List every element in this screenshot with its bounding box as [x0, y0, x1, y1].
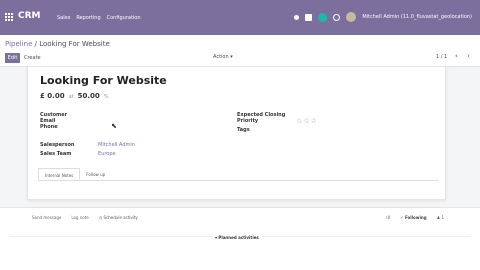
menu-sales[interactable]: Sales: [57, 15, 70, 21]
following-label: Following: [404, 215, 427, 220]
expected-revenue: £ 0.00 at 50.00 %: [40, 92, 109, 100]
create-button[interactable]: Create: [24, 55, 41, 61]
notebook-tabs: Internal Notes Follow up: [38, 168, 438, 181]
sales-team-value[interactable]: Europe: [98, 151, 116, 157]
percent-label: %: [103, 94, 109, 100]
systray: Mitchell Admin (11.0_fluvastat_geolocati…: [294, 12, 472, 22]
mouse-cursor-icon: ⬉: [111, 122, 117, 130]
breadcrumb-current: Looking For Website: [39, 40, 110, 48]
salesperson-label: Salesperson: [40, 142, 75, 148]
sales-team-label: Sales Team: [40, 151, 72, 157]
menu-reporting[interactable]: Reporting: [76, 15, 100, 21]
followers-count: 1: [441, 215, 444, 220]
breadcrumb-separator: /: [34, 40, 37, 48]
tab-internal-notes[interactable]: Internal Notes: [38, 168, 81, 180]
chat-count-badge[interactable]: [318, 12, 328, 22]
revenue-value[interactable]: £ 0.00: [40, 92, 65, 100]
following-button[interactable]: ✔ Following: [400, 215, 426, 220]
control-panel: Pipeline / Looking For Website Edit Crea…: [0, 35, 480, 67]
top-navbar: CRM Sales Reporting Configuration Mitche…: [0, 0, 480, 35]
at-label: at: [68, 94, 74, 100]
phone-label: Phone: [40, 124, 58, 130]
debug-icon[interactable]: [294, 14, 300, 20]
check-icon: ✔: [400, 215, 404, 220]
probability-value[interactable]: 50.00: [78, 92, 100, 100]
attachment-count: 0: [387, 215, 391, 220]
edit-button[interactable]: Edit: [5, 53, 20, 63]
breadcrumb: Pipeline / Looking For Website: [5, 40, 110, 48]
priority-label: Priority: [237, 118, 259, 124]
breadcrumb-pipeline[interactable]: Pipeline: [5, 40, 32, 48]
chatter-right-actions: ⌇0 ✔ Following ♟ 1: [386, 215, 444, 220]
schedule-activity-label: Schedule activity: [103, 215, 138, 220]
schedule-activity-button[interactable]: ◷ Schedule activity: [99, 215, 138, 220]
tags-label: Tags: [237, 127, 250, 133]
followers-button[interactable]: ♟ 1: [437, 215, 444, 220]
salesperson-value[interactable]: Mitchell Admin: [98, 142, 135, 148]
tab-follow-up[interactable]: Follow up: [80, 168, 111, 180]
user-name[interactable]: Mitchell Admin (11.0_fluvastat_geolocati…: [362, 14, 472, 20]
lead-title[interactable]: Looking For Website: [40, 74, 167, 87]
planned-activities-label: Planned activities: [218, 235, 259, 240]
lead-form-sheet: Looking For Website £ 0.00 at 50.00 % Cu…: [27, 66, 446, 200]
main-menu: Sales Reporting Configuration: [57, 15, 141, 21]
priority-stars-icon[interactable]: ☆☆☆: [296, 117, 318, 125]
send-message-button[interactable]: Send message: [32, 215, 61, 220]
activity-clock-icon[interactable]: [333, 13, 341, 21]
menu-configuration[interactable]: Configuration: [107, 15, 141, 21]
discuss-icon[interactable]: [305, 13, 313, 21]
pager-next-icon[interactable]: ›: [467, 52, 470, 60]
user-avatar[interactable]: [346, 12, 357, 22]
action-dropdown[interactable]: Action ▾: [213, 54, 233, 60]
planned-activities-toggle[interactable]: ▾ Planned activities: [212, 235, 262, 240]
app-name[interactable]: CRM: [18, 11, 41, 21]
pager-value[interactable]: 1 / 1: [436, 54, 447, 60]
log-note-button[interactable]: Log note: [71, 215, 88, 220]
apps-menu-icon[interactable]: [5, 13, 13, 21]
chatter: Send message Log note ◷ Schedule activit…: [0, 207, 480, 270]
chatter-actions: Send message Log note ◷ Schedule activit…: [32, 215, 138, 220]
pager-prev-icon[interactable]: ‹: [455, 52, 458, 60]
attachments-button[interactable]: ⌇0: [386, 215, 391, 220]
person-icon: ♟: [436, 215, 441, 220]
